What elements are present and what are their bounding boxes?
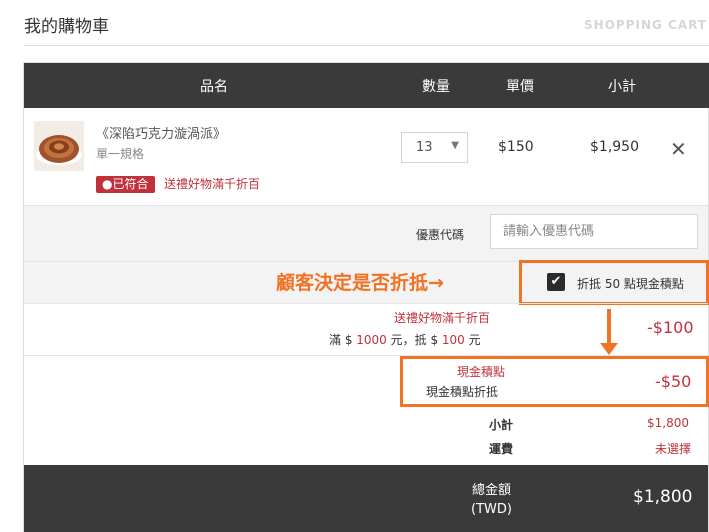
- total-label-line1: 總金額: [471, 483, 511, 498]
- discount-amount: -$100: [647, 318, 694, 337]
- discount-detail-suffix: 元: [464, 333, 481, 347]
- header-name: 品名: [200, 79, 228, 95]
- promo-eligible-badge: ●已符合: [96, 176, 155, 193]
- shipping-value: 未選擇: [655, 442, 692, 456]
- total-bar: [24, 465, 708, 532]
- summary-subtotal-value: $1,800: [647, 416, 689, 430]
- annotation-arrow-head: [600, 343, 618, 355]
- page-title: 我的購物車: [24, 17, 109, 37]
- discount-title: 送禮好物滿千折百: [394, 311, 491, 325]
- line-subtotal: $1,950: [590, 139, 639, 155]
- discount-detail: 滿 $ 1000 元，抵 $ 100 元: [329, 331, 481, 348]
- cash-points-detail: 現金積點折抵: [426, 385, 499, 399]
- cash-points-amount: -$50: [655, 372, 692, 391]
- discount-off-amount: 100: [441, 333, 465, 347]
- total-value: $1,800: [633, 487, 693, 507]
- cart-table-header: 品名 數量 單價 小計: [24, 63, 709, 108]
- points-checkbox[interactable]: ✔: [547, 273, 565, 291]
- total-label: 總金額 (TWD): [471, 481, 512, 519]
- title-divider: [24, 45, 709, 46]
- cart-panel: 品名 數量 單價 小計 《深陷巧克力漩渦派》 單一規格 ●已符合 送禮好物滿千折…: [23, 62, 709, 532]
- cash-points-title: 現金積點: [457, 365, 506, 379]
- total-label-line2: (TWD): [471, 502, 512, 517]
- chevron-down-icon: ▼: [451, 140, 459, 151]
- product-spec: 單一規格: [96, 147, 145, 161]
- quantity-value: 13: [416, 140, 433, 155]
- discount-threshold: 1000: [356, 333, 387, 347]
- badge-label: 已符合: [112, 177, 149, 191]
- product-thumbnail[interactable]: [34, 121, 84, 171]
- header-subtotal: 小計: [608, 79, 636, 95]
- coupon-label: 優惠代碼: [416, 228, 465, 242]
- product-name[interactable]: 《深陷巧克力漩渦派》: [96, 123, 226, 142]
- points-annotation: 顧客決定是否折抵→: [276, 272, 444, 294]
- unit-price: $150: [498, 139, 534, 155]
- header-quantity: 數量: [422, 79, 450, 95]
- discount-detail-mid: 元，抵 $: [386, 333, 442, 347]
- promo-link[interactable]: 送禮好物滿千折百: [164, 176, 260, 193]
- header-unit-price: 單價: [506, 79, 534, 95]
- discount-detail-prefix: 滿 $: [329, 333, 357, 347]
- coupon-input[interactable]: [490, 214, 698, 249]
- shipping-label: 運費: [489, 442, 514, 456]
- points-checkbox-label[interactable]: 折抵 50 點現金積點: [577, 275, 684, 292]
- summary-subtotal-label: 小計: [489, 418, 514, 432]
- page-subtitle: SHOPPING CART: [584, 18, 707, 32]
- remove-item-icon[interactable]: ✕: [670, 137, 687, 161]
- annotation-arrow-shaft: [607, 309, 611, 345]
- quantity-select[interactable]: 13 ▼: [401, 132, 468, 163]
